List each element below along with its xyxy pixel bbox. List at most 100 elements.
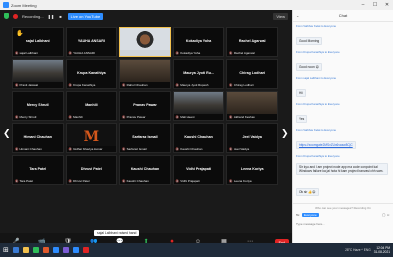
clock-date: 31-08-2021 — [373, 250, 390, 254]
chat-message-text: Ok sir 👍😊 — [296, 188, 319, 196]
participant-tile[interactable]: Tara Patel Tara Patel — [12, 155, 64, 185]
participant-label: Manhili — [69, 115, 83, 119]
file-emoji-icons[interactable]: ▢ ☺ — [382, 213, 390, 217]
participant-name: Himani Chauhan — [23, 135, 52, 139]
participant-label: Kokadiya Yoha — [176, 51, 200, 55]
chat-visibility-notice[interactable]: Who can see your messages? Recording On — [296, 206, 390, 210]
participant-video — [227, 92, 277, 114]
meeting-topbar: Recording... ❚❚ ■ Live on YouTube — [0, 10, 292, 22]
chevron-down-icon[interactable]: ⌄ — [296, 13, 299, 18]
participant-name: Vidhi Prajapati — [186, 167, 212, 171]
participant-tile[interactable]: Pranit Jaiswal — [12, 59, 64, 89]
taskbar-app-icon[interactable] — [12, 247, 19, 253]
taskbar-app-icon[interactable] — [42, 247, 49, 253]
participant-label: Krupa Kanathiya — [69, 83, 95, 87]
next-page-icon[interactable]: ❯ — [281, 128, 289, 139]
participant-tile[interactable]: Kaushi Chauhan Kaushi Chauhan — [119, 155, 171, 185]
chat-message-text: Good Morning — [296, 37, 323, 45]
window-title: Zoom Meeting — [11, 2, 37, 8]
meeting-window: Recording... ❚❚ ■ Live on YouTube View ❮… — [0, 10, 292, 243]
participant-tile[interactable]: Krupa Kanathiya Krupa Kanathiya — [65, 59, 118, 89]
participant-label: Pranit Jaiswal — [15, 83, 38, 87]
windows-start-icon[interactable]: ⊞ — [3, 246, 9, 254]
system-tray: 28°C Haze ^ ENG 12:04 PM 31-08-2021 — [345, 246, 390, 254]
participant-tile[interactable]: Dhruvi Patel Dhruvi Patel — [65, 155, 118, 185]
chat-message: From sajal Lalbhani to Everyone Hii — [296, 76, 390, 99]
participant-video — [120, 60, 170, 82]
maximize-icon[interactable]: ☐ — [369, 2, 381, 8]
pause-recording-icon[interactable]: ❚❚ — [48, 14, 55, 19]
stop-recording-icon[interactable]: ■ — [58, 14, 64, 19]
participant-tile[interactable]: Rahul Chauhan — [119, 59, 171, 89]
participant-label: Gidhar bhaviya kumar — [69, 147, 102, 151]
taskbar-app-icon[interactable] — [72, 247, 79, 253]
chat-message-text: Yes — [296, 115, 308, 123]
taskbar-clock[interactable]: 12:04 PM 31-08-2021 — [374, 246, 390, 254]
taskbar-app-icon[interactable] — [22, 247, 29, 253]
chat-message: From Krupa Kanathiya to Everyone Sir kyu … — [296, 154, 390, 177]
chat-message-list: From Vaibhav Kelat to Everyone Good Morni… — [293, 22, 393, 203]
participant-tile[interactable]: Mercy Shrutl Mercy Shrutl — [12, 91, 64, 121]
participant-label: Chirag Lodhari — [229, 83, 254, 87]
participant-label: YAUHA ANSARI — [69, 51, 95, 55]
participant-name: Dhruvi Patel — [80, 167, 102, 171]
participant-label: Dhruvi Patel — [69, 179, 89, 183]
participant-tile[interactable]: Akhand Keshav — [226, 91, 278, 121]
chat-message-sender: From sajal Lalbhani to Everyone — [296, 76, 337, 80]
desktop: Zoom Meeting – ☐ ✕ Recording... ❚❚ ■ Liv… — [0, 0, 393, 257]
chat-message-sender: From Vaibhav Kelat to Everyone — [296, 128, 337, 132]
minimize-icon[interactable]: – — [357, 2, 369, 8]
encryption-shield-icon[interactable] — [4, 13, 9, 19]
taskbar-app-icon[interactable] — [82, 247, 89, 253]
participant-tile[interactable]: YAUHA ANSARI YAUHA ANSARI — [65, 27, 118, 57]
taskbar-app-icon[interactable] — [52, 247, 59, 253]
taskbar-apps — [12, 247, 89, 253]
chat-input[interactable] — [296, 220, 391, 228]
gallery-grid: ✋sajal Lalbhanisajal LalbhaniYAUHA ANSAR… — [12, 27, 278, 217]
participant-label: Kaushi Chauhan — [176, 147, 202, 151]
previous-page-icon[interactable]: ❮ — [3, 128, 11, 139]
participant-tile[interactable]: M Gidhar bhaviya kumar — [65, 123, 118, 153]
chat-message: From Krupa Kanathiya to Everyone Yes — [296, 102, 390, 125]
taskbar-app-icon[interactable] — [62, 247, 69, 253]
participant-tile[interactable]: Himani Chauhan Himani Chauhan — [12, 123, 64, 153]
tray-status[interactable]: 28°C Haze ^ ENG — [345, 248, 371, 252]
participant-name: Mercy Shrutl — [26, 103, 49, 107]
participant-tile[interactable]: Vidhi Prajapati Vidhi Prajapati — [172, 155, 225, 185]
participant-name: Jeel Vaidya — [242, 135, 262, 139]
participant-name: Rachel Agarwal — [238, 39, 266, 43]
zoom-app-icon — [3, 2, 9, 8]
participant-tile[interactable]: Rachel Agarwal Rachel Agarwal — [226, 27, 278, 57]
participant-tile[interactable]: Kaushi Chauhan Kaushi Chauhan — [172, 123, 225, 153]
recipient-select[interactable]: Everyone — [302, 213, 319, 217]
close-icon[interactable]: ✕ — [381, 2, 393, 8]
participant-tile[interactable]: Maurya Jyoti Ru... Maurya Jyoti Rupesh — [172, 59, 225, 89]
participant-label: Vidhi Prajapati — [176, 179, 199, 183]
participant-name: Tara Patel — [29, 167, 47, 171]
participant-name: Kokadiya Yoha — [185, 39, 212, 43]
participant-tile[interactable]: Sarfaraz Ismail Sarfaraz Ismail — [119, 123, 171, 153]
participant-name: Kaushi Chauhan — [184, 135, 213, 139]
participant-tile[interactable]: Jeel Vaidya Jeel Vaidya — [226, 123, 278, 153]
chat-message-sender: From Vaibhav Kelat to Everyone — [296, 24, 337, 28]
participant-label: Tara Patel — [15, 179, 33, 183]
window-titlebar: Zoom Meeting – ☐ ✕ — [0, 0, 393, 10]
participant-tile[interactable]: Manhili Manhili — [65, 91, 118, 121]
chat-message-link[interactable]: https://zoomgate2MSvZUx6vasw8CjC — [296, 141, 356, 149]
participant-label: Himani Chauhan — [15, 147, 41, 151]
participant-label: Pranav Pawar — [122, 115, 146, 119]
participant-tile[interactable]: Leena Koriya Leena Koriya — [226, 155, 278, 185]
recording-dot-icon — [13, 13, 18, 19]
chat-message-text: Hii — [296, 89, 306, 97]
live-stream-badge[interactable]: Live on YouTube — [67, 12, 104, 20]
view-button[interactable]: View — [273, 13, 288, 20]
participant-tile[interactable]: Chirag Lodhari Chirag Lodhari — [226, 59, 278, 89]
participant-tile[interactable]: Pranav Pawar Pranav Pawar — [119, 91, 171, 121]
participant-tile[interactable] — [119, 27, 171, 57]
participant-tile[interactable]: ✋sajal Lalbhanisajal Lalbhani — [12, 27, 64, 57]
participant-name: Maurya Jyoti Ru... — [183, 71, 214, 75]
taskbar-app-icon[interactable] — [32, 247, 39, 253]
participant-tile[interactable]: Mali Heeni — [172, 91, 225, 121]
participant-name: Krupa Kanathiya — [77, 71, 106, 75]
participant-tile[interactable]: Kokadiya Yoha Kokadiya Yoha — [172, 27, 225, 57]
